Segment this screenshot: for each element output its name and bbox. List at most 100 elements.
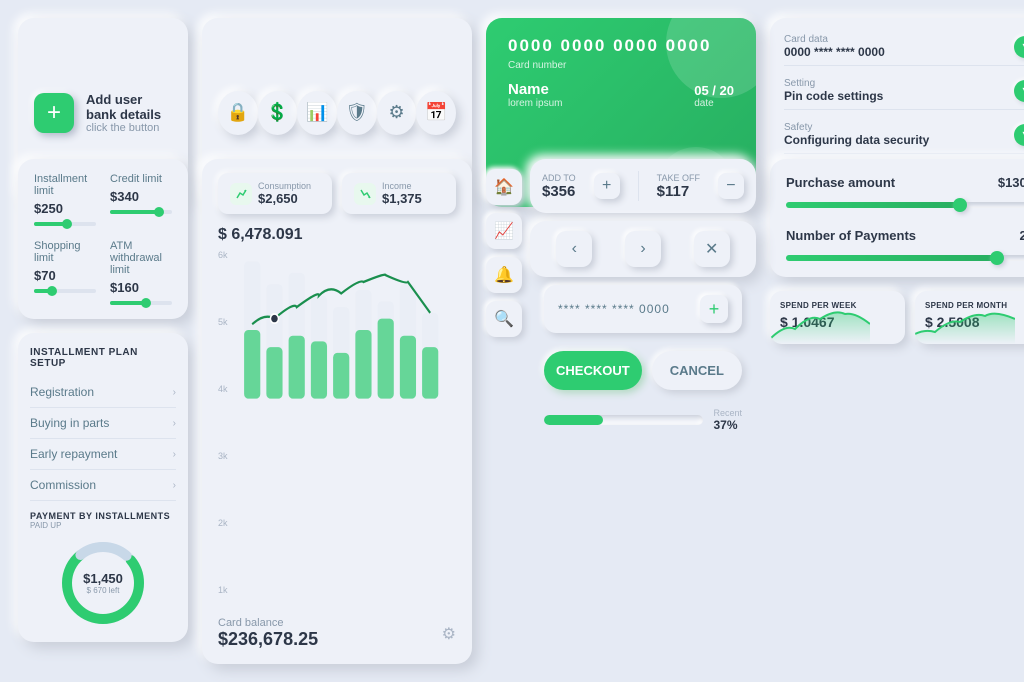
setting-safety-chevron[interactable]: ▾ [1014,124,1024,146]
menu-registration-arrow: › [173,387,176,398]
add-to-label: ADD TO [542,173,576,183]
gear-icon[interactable]: ⚙ [377,91,417,135]
card-balance-label: Card balance [218,617,318,629]
add-user-subtitle: click the button [86,122,172,134]
limit-atm-fill [110,301,147,305]
chart-total: $ 6,478.091 [218,226,456,244]
installment-plan-title: INSTALLMENT PLAN SETUP [30,347,176,369]
limit-installment: Installment limit $250 [34,173,96,226]
payment-section: PAYMENT BY INSTALLMENTS PAID UP $1,450 $… [30,511,176,628]
dollar-icon[interactable]: 💲 [258,91,298,135]
checkout-button[interactable]: CHECKOUT [544,351,642,390]
payments-label: Number of Payments [786,228,916,243]
limit-installment-label: Installment limit [34,173,96,197]
payments-slider-thumb[interactable] [990,251,1004,265]
add-new-card-button[interactable]: + [700,295,728,323]
take-off-label: TAKE OFF [657,173,700,183]
card-expiry-label: date [694,98,734,109]
menu-commission-arrow: › [173,480,176,491]
card-holder-name: Name [508,81,562,98]
add-to-value: $356 [542,183,576,200]
progress-fill [544,415,603,425]
purchase-amount-slider-track [786,202,1024,208]
donut-container: $1,450 $ 670 left [58,538,148,628]
calendar-icon[interactable]: 📅 [416,91,456,135]
lock-icon[interactable]: 🔒 [218,91,258,135]
payments-row: Number of Payments 20 [786,228,1024,243]
setting-pin: Setting Pin code settings ▾ [784,72,1024,110]
shield-icon[interactable]: 🛡 [337,91,377,135]
nav-close-button[interactable]: ✕ [694,231,730,267]
menu-commission[interactable]: Commission › [30,470,176,501]
progress-value: 37% [713,418,742,432]
chart-svg-container [234,250,456,611]
purchase-amount-value: $1300 [998,175,1024,190]
take-off-minus-button[interactable]: − [718,173,744,199]
limit-shopping: Shopping limit $70 [34,240,96,305]
setting-card-data-label: Card data [784,34,885,45]
limit-installment-slider [34,222,96,226]
menu-registration[interactable]: Registration › [30,377,176,408]
setting-card-data-chevron[interactable]: ▾ [1014,36,1024,58]
add-to-section: ADD TO $356 [542,173,576,200]
limit-atm: ATM withdrawal limit $160 [110,240,172,305]
donut-sub: $ 670 left [83,586,123,595]
add-user-text: Add user bank details click the button [86,92,172,134]
search-icon[interactable]: 🔍 [486,301,522,337]
chart-gear-icon[interactable]: ⚙ [442,624,456,644]
y-label-5k: 5k [218,317,228,327]
bottom-section: Installment limit $250 Credit limit $340 [18,159,1024,664]
setting-pin-label: Setting [784,78,883,89]
y-label-1k: 1k [218,585,228,595]
limit-credit-thumb[interactable] [154,207,164,217]
barchart-icon[interactable]: 📊 [297,91,337,135]
limit-installment-thumb[interactable] [62,219,72,229]
menu-buying[interactable]: Buying in parts › [30,408,176,439]
limit-atm-thumb[interactable] [141,298,151,308]
spend-boxes: SPEND PER WEEK $ 1.0467 [770,291,1024,344]
purchase-card: Purchase amount $1300 Number of Payments… [770,159,1024,277]
limit-credit-fill [110,210,160,214]
purchase-amount-slider-fill [786,202,960,208]
main-container: + Add user bank details click the button… [0,0,1024,682]
purchase-amount-slider-thumb[interactable] [953,198,967,212]
menu-repayment-label: Early repayment [30,447,117,461]
y-label-2k: 2k [218,518,228,528]
payment-main: ADD TO $356 + TAKE OFF $117 − [530,159,756,442]
purchase-col: Purchase amount $1300 Number of Payments… [770,159,1024,664]
chart-line-icon[interactable]: 📈 [486,213,522,249]
action-buttons: CHECKOUT CANCEL [530,351,756,400]
limit-atm-slider [110,301,172,305]
left-col: Installment limit $250 Credit limit $340 [18,159,188,664]
cancel-button[interactable]: CANCEL [652,351,742,390]
limit-shopping-thumb[interactable] [47,286,57,296]
nav-forward-button[interactable]: › [625,231,661,267]
add-user-button[interactable]: + [34,93,74,133]
new-card-row: **** **** **** 0000 + [544,285,742,333]
setting-pin-chevron[interactable]: ▾ [1014,80,1024,102]
payments-slider-track [786,255,1024,261]
nav-back-button[interactable]: ‹ [556,231,592,267]
spend-week-chart [770,304,870,344]
setting-pin-value: Pin code settings [784,89,883,103]
progress-row: Recent 37% [530,408,756,442]
income-label: Income [382,181,422,191]
recent-label: Recent [713,408,742,418]
income-box: Income $1,375 [342,173,456,214]
chart-footer: Card balance $236,678.25 ⚙ [218,617,456,650]
limits-card: Installment limit $250 Credit limit $340 [18,159,188,319]
new-card-number: **** **** **** 0000 [558,302,670,316]
limit-installment-value: $250 [34,201,96,216]
menu-repayment[interactable]: Early repayment › [30,439,176,470]
limit-shopping-fill [34,289,53,293]
limit-atm-value: $160 [110,280,172,295]
limit-atm-label: ATM withdrawal limit [110,240,172,276]
menu-registration-label: Registration [30,385,94,399]
add-to-plus-button[interactable]: + [594,173,620,199]
payments-value: 20 [1020,228,1024,243]
bell-icon[interactable]: 🔔 [486,257,522,293]
home-icon[interactable]: 🏠 [486,169,522,205]
card-number: 0000 0000 0000 0000 [508,36,734,56]
nav-buttons-card: ‹ › ✕ [530,221,756,277]
consumption-value: $2,650 [258,191,311,206]
